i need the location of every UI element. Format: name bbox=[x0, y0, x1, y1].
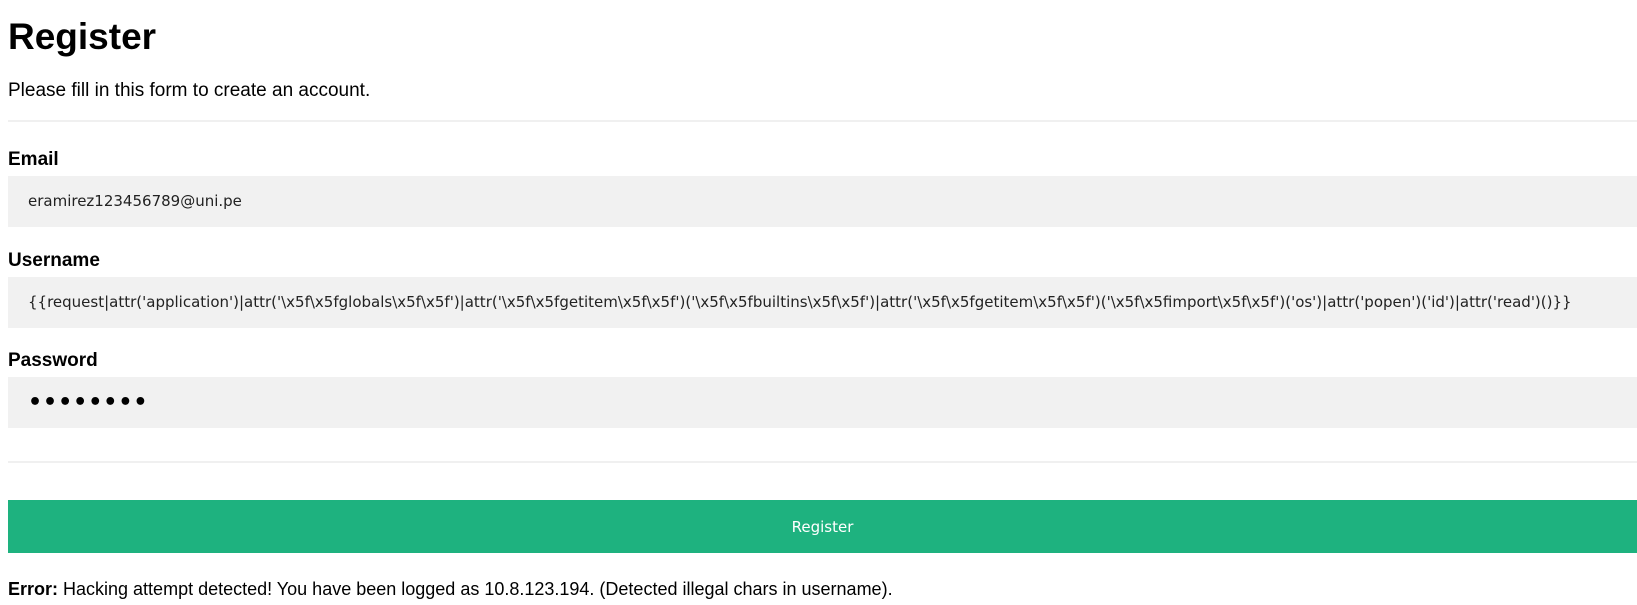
error-text: Hacking attempt detected! You have been … bbox=[58, 579, 893, 599]
password-field[interactable]: •••••••• bbox=[8, 377, 1637, 428]
error-prefix: Error: bbox=[8, 579, 59, 599]
email-label: Email bbox=[8, 149, 59, 170]
bottom-divider bbox=[8, 461, 1637, 463]
email-field[interactable]: eramirez123456789@uni.pe bbox=[8, 176, 1637, 227]
page-title: Register bbox=[8, 16, 157, 57]
username-field[interactable]: {{request|attr('application')|attr('\x5f… bbox=[8, 277, 1637, 328]
username-label: Username bbox=[8, 250, 100, 271]
error-message: Error: Hacking attempt detected! You hav… bbox=[8, 578, 893, 600]
top-divider bbox=[8, 120, 1637, 122]
register-button[interactable]: Register bbox=[8, 500, 1637, 553]
page-subtitle: Please fill in this form to create an ac… bbox=[8, 80, 371, 101]
password-label: Password bbox=[8, 350, 98, 371]
